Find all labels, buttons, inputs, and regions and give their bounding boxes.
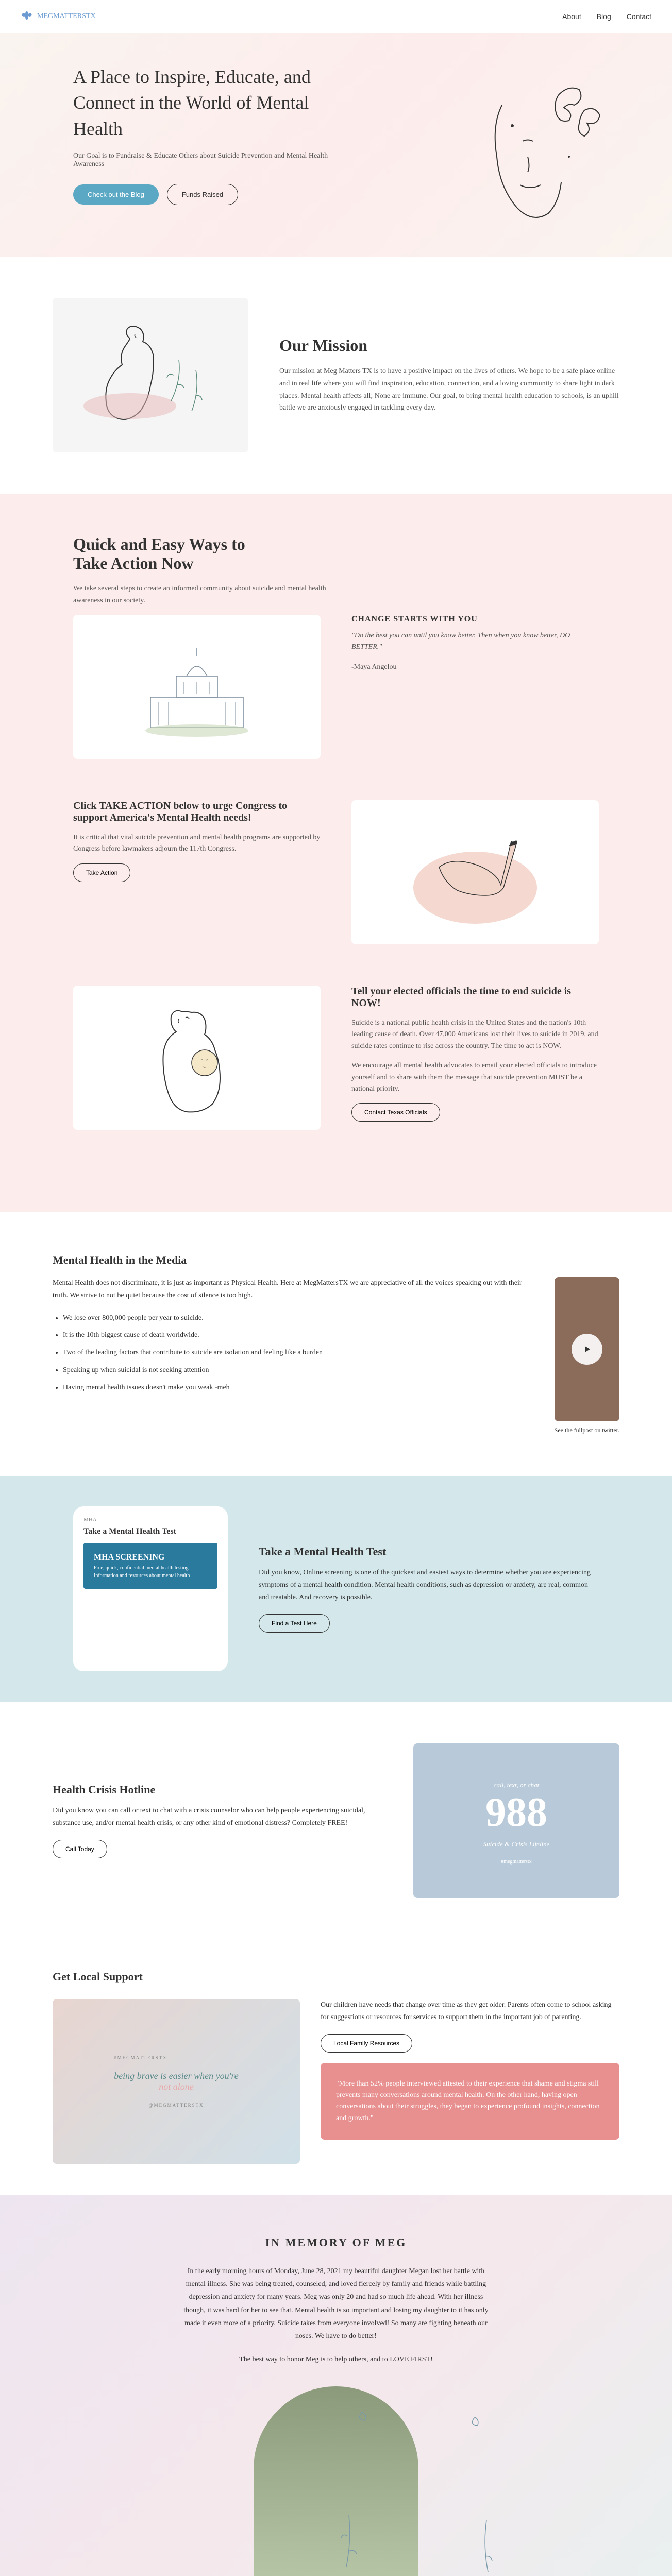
hero-title: A Place to Inspire, Educate, and Connect… — [73, 64, 331, 142]
media-title: Mental Health in the Media — [53, 1253, 619, 1267]
face-illustration — [440, 64, 620, 244]
pen-illustration — [351, 800, 599, 944]
nav-about[interactable]: About — [562, 12, 581, 21]
hero-section: A Place to Inspire, Educate, and Connect… — [0, 33, 672, 257]
local-quote-graphic: #MEGMATTERSTX being brave is easier when… — [53, 1999, 300, 2164]
site-header: MEGMATTERSTX About Blog Contact — [0, 0, 672, 33]
media-intro: Mental Health does not discriminate, it … — [53, 1277, 524, 1302]
capitol-illustration — [73, 615, 321, 759]
hero-subtitle: Our Goal is to Fundraise & Educate Other… — [73, 152, 331, 168]
mission-section: Our Mission Our mission at Meg Matters T… — [53, 257, 619, 494]
action-intro: We take several steps to create an infor… — [73, 583, 331, 606]
action-section: Quick and Easy Ways to Take Action Now W… — [0, 494, 672, 1212]
change-quote: "Do the best you can until you know bett… — [351, 630, 599, 653]
tell-title: Tell your elected officials the time to … — [351, 986, 599, 1009]
play-icon — [572, 1334, 602, 1365]
nav-blog[interactable]: Blog — [597, 12, 611, 21]
memory-photo — [254, 2386, 418, 2576]
hotline-section: Health Crisis Hotline Did you know you c… — [53, 1702, 619, 1939]
click-title: Click TAKE ACTION below to urge Congress… — [73, 800, 321, 824]
media-bullets: We lose over 800,000 people per year to … — [53, 1312, 524, 1394]
memory-p1: In the early morning hours of Monday, Ju… — [181, 2265, 491, 2343]
health-body: Did you know, Online screening is one of… — [259, 1567, 599, 1603]
memory-title: IN MEMORY OF MEG — [73, 2236, 599, 2249]
phone-mockup: MHA Take a Mental Health Test MHA SCREEN… — [73, 1506, 228, 1671]
find-test-button[interactable]: Find a Test Here — [259, 1614, 330, 1633]
mission-body: Our mission at Meg Matters TX is to have… — [279, 365, 619, 414]
hotline-title: Health Crisis Hotline — [53, 1783, 382, 1797]
check-blog-button[interactable]: Check out the Blog — [73, 184, 159, 205]
local-resources-button[interactable]: Local Family Resources — [321, 2034, 412, 2053]
hotline-graphic: call, text, or chat 988 Suicide & Crisis… — [413, 1743, 619, 1898]
health-test-section: MHA Take a Mental Health Test MHA SCREEN… — [0, 1476, 672, 1702]
memory-section: IN MEMORY OF MEG In the early morning ho… — [0, 2195, 672, 2576]
change-title: CHANGE STARTS WITH YOU — [351, 615, 599, 624]
local-title: Get Local Support — [53, 1970, 619, 1984]
take-action-button[interactable]: Take Action — [73, 863, 130, 882]
funds-raised-button[interactable]: Funds Raised — [167, 184, 238, 205]
main-nav: About Blog Contact — [562, 12, 651, 21]
quote-author: -Maya Angelou — [351, 662, 599, 673]
click-body: It is critical that vital suicide preven… — [73, 832, 321, 855]
mission-title: Our Mission — [279, 336, 619, 355]
mission-illustration — [53, 298, 248, 452]
hotline-body: Did you know you can call or text to cha… — [53, 1805, 382, 1829]
health-title: Take a Mental Health Test — [259, 1545, 599, 1558]
embrace-illustration — [73, 986, 321, 1130]
call-today-button[interactable]: Call Today — [53, 1840, 107, 1858]
nav-contact[interactable]: Contact — [627, 12, 651, 21]
screening-banner: MHA SCREENING Free, quick, confidential … — [83, 1543, 217, 1589]
local-support-section: Get Local Support #MEGMATTERSTX being br… — [53, 1939, 619, 2195]
testimonial-box: "More than 52% people interviewed attest… — [321, 2063, 619, 2140]
memory-p2: The best way to honor Meg is to help oth… — [181, 2353, 491, 2366]
contact-officials-button[interactable]: Contact Texas Officials — [351, 1103, 440, 1122]
video-thumbnail[interactable] — [555, 1277, 619, 1421]
local-body: Our children have needs that change over… — [321, 1999, 619, 2024]
butterfly-icon — [21, 10, 33, 23]
action-title: Quick and Easy Ways to Take Action Now — [73, 535, 279, 573]
media-section: Mental Health in the Media Mental Health… — [53, 1212, 619, 1476]
media-caption[interactable]: See the fullpost on twitter. — [555, 1427, 619, 1434]
tell-body2: We encourage all mental health advocates… — [351, 1060, 599, 1095]
logo[interactable]: MEGMATTERSTX — [21, 10, 96, 23]
tell-body1: Suicide is a national public health cris… — [351, 1018, 599, 1052]
